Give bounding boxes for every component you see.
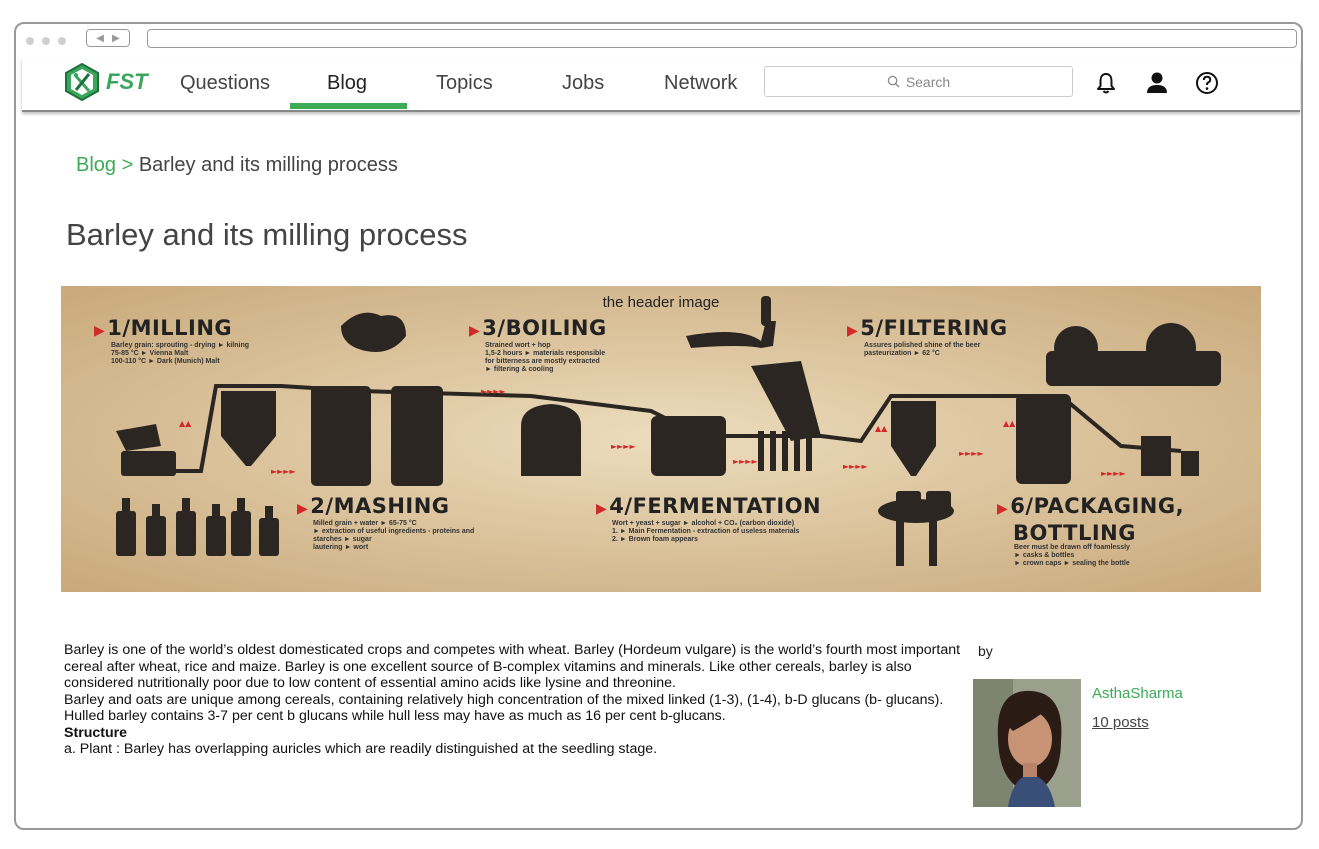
article-paragraph: Barley is one of the world’s oldest dome… [64, 642, 961, 691]
svg-text:►►►►: ►►►► [481, 387, 506, 396]
article-paragraph: a. Plant : Barley has overlapping auricl… [64, 741, 658, 757]
author-posts-link[interactable]: 10 posts [1092, 714, 1149, 731]
site-navbar: FST Questions Blog Topics Jobs Network S… [22, 58, 1300, 112]
site-logo[interactable]: FST [62, 62, 148, 102]
forward-arrow-icon[interactable]: ▶ [112, 33, 120, 44]
bell-icon[interactable] [1093, 70, 1119, 96]
section-heading: Structure [64, 724, 128, 741]
address-bar[interactable] [147, 29, 1297, 48]
back-arrow-icon[interactable]: ◀ [96, 33, 104, 44]
svg-text:►►►►: ►►►► [271, 467, 296, 476]
step-desc-milling: Barley grain: sprouting - drying ► kilni… [111, 342, 249, 365]
logo-text: FST [106, 69, 148, 94]
breadcrumb-current: Barley and its milling process [138, 154, 398, 176]
svg-text:▲▲: ▲▲ [1003, 419, 1016, 428]
user-icon[interactable] [1144, 70, 1170, 96]
breadcrumb-separator: > [121, 154, 134, 176]
browser-titlebar: ◀ ▶ [16, 24, 1301, 58]
search-input[interactable]: Search [764, 66, 1073, 97]
svg-text:▲▲: ▲▲ [875, 424, 888, 433]
nav-item-blog[interactable]: Blog [327, 72, 367, 95]
step-title-milling: ▶1/MILLING [94, 316, 233, 340]
fork-knife-hexagon-icon [65, 62, 99, 102]
browser-window: ◀ ▶ FST Questions Blog Topics Jobs Netwo… [14, 22, 1303, 830]
step-title-mashing: ▶2/MASHING [297, 494, 450, 518]
breadcrumb-link-blog[interactable]: Blog [76, 154, 116, 176]
history-arrows[interactable]: ◀ ▶ [86, 29, 130, 47]
step-desc-mashing: Milled grain + water ► 65-75 °C ► extract… [313, 520, 475, 551]
step-desc-fermentation: Wort + yeast + sugar ► alcohol + CO₂ (ca… [612, 520, 800, 543]
step-title-fermentation: ▶4/FERMENTATION [596, 494, 822, 518]
svg-text:►►►►: ►►►► [843, 462, 868, 471]
search-icon [887, 75, 900, 88]
author-by-label: by [978, 643, 993, 659]
article-paragraph: Barley and oats are unique among cereals… [64, 691, 944, 725]
nav-item-topics[interactable]: Topics [436, 72, 493, 95]
nav-item-questions[interactable]: Questions [180, 72, 270, 95]
page-title: Barley and its milling process [66, 217, 468, 252]
step-desc-packaging: Beer must be drawn off foamlessly ► casks… [1014, 544, 1130, 567]
svg-text:►►►►: ►►►► [959, 449, 984, 458]
svg-text:►►►►: ►►►► [1101, 469, 1126, 478]
author-photo [973, 679, 1081, 807]
step-desc-boiling: Strained wort + hop 1,5-2 hours ► materia… [485, 342, 606, 373]
active-tab-indicator [290, 103, 407, 109]
hero-caption: the header image [602, 294, 720, 311]
step-title-boiling: ▶3/BOILING [469, 316, 607, 340]
header-image: ►►►► ►►►► ►►►► ►►►► ►►►► ►►►► ►►►► ▲▲ ▲▲… [61, 286, 1261, 592]
svg-text:▲▲: ▲▲ [179, 419, 192, 428]
window-control-dot[interactable] [42, 37, 50, 45]
step-title-packaging: ▶6/PACKAGING, BOTTLING [997, 494, 1185, 545]
svg-text:►►►►: ►►►► [611, 442, 636, 451]
article-body: Barley is one of the world’s oldest dome… [64, 642, 969, 758]
nav-item-network[interactable]: Network [664, 72, 737, 95]
step-desc-filtering: Assures polished shine of the beer pasteu… [864, 342, 981, 357]
window-control-dot[interactable] [58, 37, 66, 45]
nav-item-jobs[interactable]: Jobs [562, 72, 604, 95]
step-title-filtering: ▶5/FILTERING [847, 316, 1008, 340]
window-control-dot[interactable] [26, 37, 34, 45]
svg-text:►►►►: ►►►► [733, 457, 758, 466]
breadcrumb: Blog > Barley and its milling process [76, 154, 398, 177]
author-avatar[interactable] [973, 679, 1081, 807]
search-placeholder: Search [905, 73, 951, 90]
author-name-link[interactable]: AsthaSharma [1092, 685, 1183, 702]
help-icon[interactable] [1194, 70, 1220, 96]
